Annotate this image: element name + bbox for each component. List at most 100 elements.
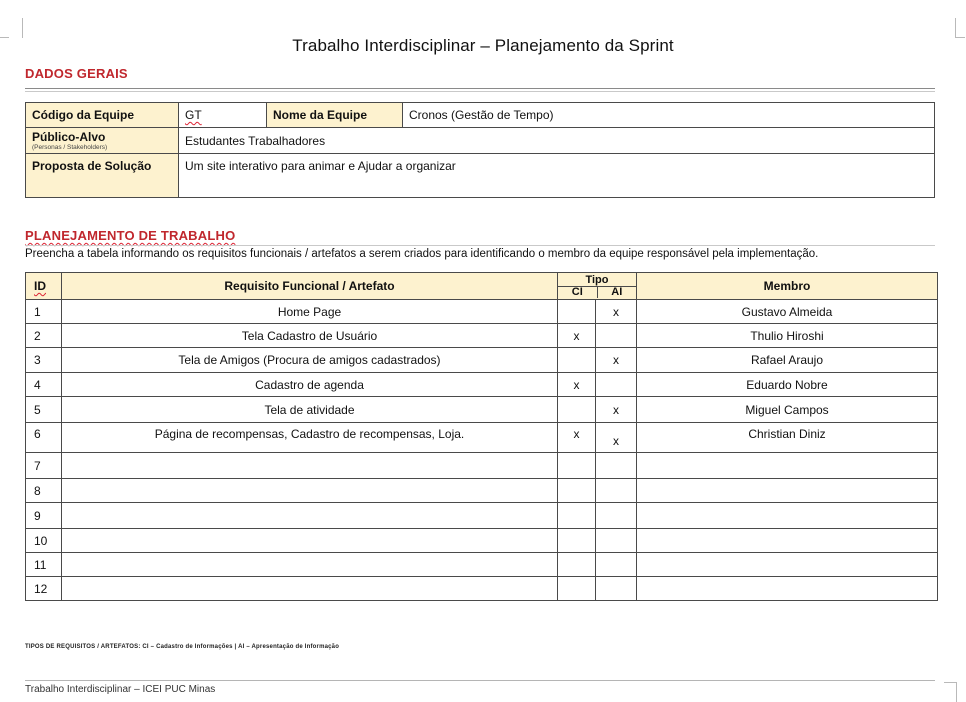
work-header-row: ID Requisito Funcional / Artefato Tipo C…: [25, 272, 938, 300]
row-ci-cell[interactable]: [557, 478, 596, 503]
dados-gerais-rule-light: [25, 91, 935, 92]
proposta-value[interactable]: Um site interativo para animar e Ajudar …: [178, 153, 935, 198]
col-id-header: ID: [25, 272, 62, 300]
row-membro-cell[interactable]: Miguel Campos: [636, 396, 938, 423]
info-row-proposta: Proposta de Solução Um site interativo p…: [25, 153, 935, 198]
nome-value[interactable]: Cronos (Gestão de Tempo): [402, 102, 935, 128]
planejamento-rule: [25, 245, 935, 246]
row-ci-cell[interactable]: x: [557, 372, 596, 397]
row-requisito-cell[interactable]: Cadastro de agenda: [61, 372, 558, 397]
row-membro-cell[interactable]: Eduardo Nobre: [636, 372, 938, 397]
dados-gerais-rule: [25, 88, 935, 89]
row-requisito-cell[interactable]: Tela de atividade: [61, 396, 558, 423]
row-ai-cell[interactable]: [595, 372, 637, 397]
row-requisito-cell[interactable]: Página de recompensas, Cadastro de recom…: [61, 422, 558, 453]
row-id-cell: 12: [25, 576, 62, 601]
publico-value[interactable]: Estudantes Trabalhadores: [178, 127, 935, 154]
row-requisito-cell[interactable]: [61, 528, 558, 553]
row-ai-cell[interactable]: [595, 576, 637, 601]
row-id-cell: 6: [25, 422, 62, 453]
row-membro-cell[interactable]: [636, 452, 938, 479]
row-requisito-cell[interactable]: [61, 576, 558, 601]
row-requisito-cell[interactable]: Tela Cadastro de Usuário: [61, 323, 558, 348]
table-row: 4 Cadastro de agenda x Eduardo Nobre: [25, 372, 938, 397]
codigo-value-text: GT: [185, 108, 202, 122]
row-membro-cell[interactable]: [636, 502, 938, 529]
publico-sublabel: (Personas / Stakeholders): [32, 144, 108, 151]
row-ai-cell[interactable]: [595, 528, 637, 553]
row-ai-cell[interactable]: x: [595, 396, 637, 423]
row-ci-cell[interactable]: [557, 347, 596, 373]
row-ci-cell[interactable]: [557, 396, 596, 423]
codigo-value[interactable]: GT: [178, 102, 267, 128]
row-requisito-cell[interactable]: [61, 452, 558, 479]
crop-mark-bottom-right-v: [956, 682, 957, 702]
row-ai-cell[interactable]: x: [595, 422, 637, 453]
row-ai-cell[interactable]: [595, 552, 637, 577]
planejamento-heading: PLANEJAMENTO DE TRABALHO: [25, 228, 235, 243]
col-tipo-label: Tipo: [558, 274, 636, 287]
row-membro-cell[interactable]: [636, 478, 938, 503]
row-ai-cell[interactable]: [595, 323, 637, 348]
row-requisito-cell[interactable]: [61, 502, 558, 529]
row-requisito-cell[interactable]: [61, 552, 558, 577]
row-ci-cell[interactable]: [557, 502, 596, 529]
dados-gerais-heading: DADOS GERAIS: [25, 66, 128, 81]
row-ci-cell[interactable]: [557, 576, 596, 601]
row-membro-cell[interactable]: [636, 576, 938, 601]
table-row: 10: [25, 528, 938, 553]
row-id-cell: 1: [25, 299, 62, 324]
row-ai-cell[interactable]: [595, 478, 637, 503]
row-ci-cell[interactable]: [557, 452, 596, 479]
table-row: 3 Tela de Amigos (Procura de amigos cadas…: [25, 347, 938, 373]
info-row-publico: Público-Alvo (Personas / Stakeholders) E…: [25, 127, 935, 154]
row-id-cell: 8: [25, 478, 62, 503]
document-title: Trabalho Interdisciplinar – Planejamento…: [292, 36, 674, 55]
row-membro-cell[interactable]: Gustavo Almeida: [636, 299, 938, 324]
col-ci-header: CI: [558, 286, 598, 298]
row-ci-cell[interactable]: x: [557, 323, 596, 348]
footer-rule: [25, 680, 935, 681]
row-membro-cell[interactable]: Christian Diniz: [636, 422, 938, 453]
row-ci-cell[interactable]: [557, 299, 596, 324]
row-ai-cell[interactable]: [595, 502, 637, 529]
proposta-label: Proposta de Solução: [25, 153, 179, 198]
row-ci-cell[interactable]: x: [557, 422, 596, 453]
row-membro-cell[interactable]: Thulio Hiroshi: [636, 323, 938, 348]
row-id-cell: 10: [25, 528, 62, 553]
footnote: TIPOS DE REQUISITOS / ARTEFATOS: CI – Ca…: [25, 644, 340, 650]
row-id-cell: 11: [25, 552, 62, 577]
row-requisito-cell[interactable]: [61, 478, 558, 503]
table-row: 7: [25, 452, 938, 479]
table-row: 2 Tela Cadastro de Usuário x Thulio Hiroshi: [25, 323, 938, 348]
row-ci-cell[interactable]: [557, 528, 596, 553]
row-membro-cell[interactable]: Rafael Araujo: [636, 347, 938, 373]
row-requisito-cell[interactable]: Home Page: [61, 299, 558, 324]
col-ai-header: AI: [611, 285, 623, 298]
row-id-cell: 9: [25, 502, 62, 529]
row-id-cell: 3: [25, 347, 62, 373]
row-membro-cell[interactable]: [636, 528, 938, 553]
nome-label: Nome da Equipe: [266, 102, 403, 128]
crop-mark-top-right-v: [955, 18, 956, 38]
info-row-codigo: Código da Equipe GT Nome da Equipe Crono…: [25, 102, 935, 128]
row-id-cell: 5: [25, 396, 62, 423]
table-row: 5 Tela de atividade x Miguel Campos: [25, 396, 938, 423]
row-id-cell: 2: [25, 323, 62, 348]
row-ci-cell[interactable]: [557, 552, 596, 577]
row-ai-cell[interactable]: x: [595, 347, 637, 373]
col-id-header-text: ID: [34, 279, 46, 293]
col-membro-header: Membro: [636, 272, 938, 300]
row-ai-cell[interactable]: x: [595, 299, 637, 324]
publico-label-cell: Público-Alvo (Personas / Stakeholders): [25, 127, 179, 154]
row-ai-cell[interactable]: [595, 452, 637, 479]
row-requisito-cell[interactable]: Tela de Amigos (Procura de amigos cadast…: [61, 347, 558, 373]
planejamento-table: ID Requisito Funcional / Artefato Tipo C…: [25, 272, 938, 601]
col-tipo-header: Tipo CI AI: [557, 272, 637, 300]
table-row: 8: [25, 478, 938, 503]
row-id-cell: 4: [25, 372, 62, 397]
row-membro-cell[interactable]: [636, 552, 938, 577]
publico-label: Público-Alvo: [32, 130, 106, 144]
table-row: 9: [25, 502, 938, 529]
footer-text: Trabalho Interdisciplinar – ICEI PUC Min…: [25, 684, 216, 695]
